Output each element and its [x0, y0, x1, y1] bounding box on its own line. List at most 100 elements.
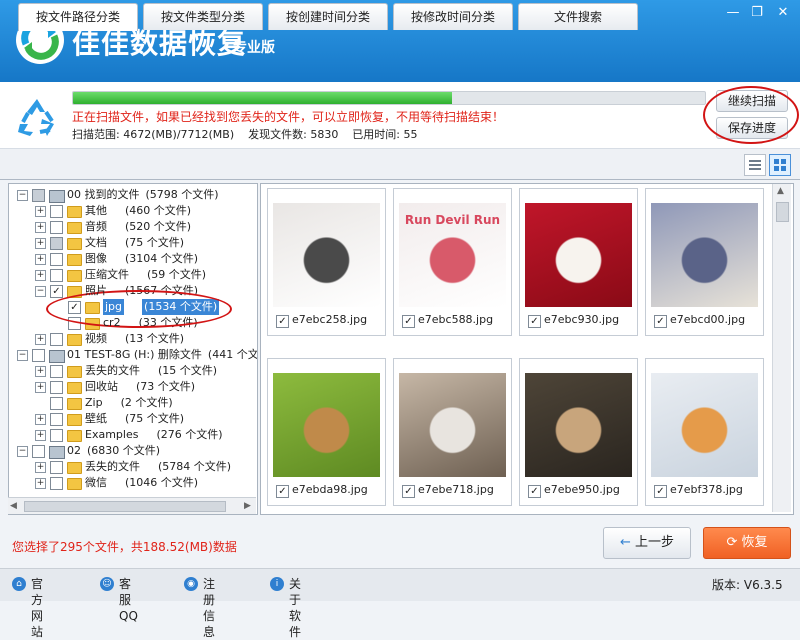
- grid-view-button[interactable]: [769, 154, 791, 176]
- thumbnail-card[interactable]: ✓ e7ebe950.jpg: [519, 358, 638, 506]
- thumbnail-checkbox[interactable]: ✓: [276, 485, 289, 498]
- thumbnail-card[interactable]: ✓ e7ebe718.jpg: [393, 358, 512, 506]
- tree-row[interactable]: + Examples (276 个文件): [9, 427, 255, 443]
- thumbnail-card[interactable]: ✓ e7ebc258.jpg: [267, 188, 386, 336]
- thumbnail-checkbox[interactable]: ✓: [402, 315, 415, 328]
- tab-by-path[interactable]: 按文件路径分类: [18, 3, 138, 31]
- expand-icon[interactable]: +: [35, 270, 46, 281]
- minimize-button[interactable]: —: [722, 4, 744, 22]
- thumbnail-checkbox[interactable]: ✓: [528, 315, 541, 328]
- scroll-up-arrow-icon[interactable]: ▲: [777, 186, 784, 196]
- maximize-button[interactable]: ❐: [746, 4, 768, 22]
- previous-step-button[interactable]: ← 上一步: [603, 527, 691, 559]
- collapse-icon[interactable]: −: [17, 446, 28, 457]
- folder-icon: [67, 254, 82, 266]
- tree-row[interactable]: + 微信 (1046 个文件): [9, 475, 255, 491]
- info-icon: i: [270, 577, 284, 591]
- tree-row[interactable]: − 01 TEST-8G (H:) 删除文件 (441 个文件): [9, 347, 257, 363]
- tree-label: 文档: [85, 236, 107, 249]
- expand-icon[interactable]: +: [35, 430, 46, 441]
- thumbnail-checkbox[interactable]: ✓: [528, 485, 541, 498]
- tree-checkbox[interactable]: [50, 477, 63, 490]
- collapse-icon[interactable]: −: [35, 286, 46, 297]
- thumbnail-vertical-scrollbar[interactable]: ▲: [772, 184, 791, 512]
- tree-row[interactable]: + 压缩文件 (59 个文件): [9, 267, 255, 283]
- drive-icon: [49, 190, 65, 203]
- expand-icon[interactable]: +: [35, 414, 46, 425]
- tree-row[interactable]: + 音频 (520 个文件): [9, 219, 255, 235]
- expand-icon[interactable]: +: [35, 382, 46, 393]
- tree-checkbox[interactable]: ✓: [50, 285, 63, 298]
- thumbnail-card[interactable]: ✓ e7ebf378.jpg: [645, 358, 764, 506]
- close-button[interactable]: ✕: [772, 4, 794, 22]
- expand-icon[interactable]: +: [35, 254, 46, 265]
- tree-row[interactable]: + 其他 (460 个文件): [9, 203, 255, 219]
- thumbnail-card[interactable]: ✓ e7ebda98.jpg: [267, 358, 386, 506]
- tree-checkbox[interactable]: [50, 333, 63, 346]
- tree-row[interactable]: + 丢失的文件 (5784 个文件): [9, 459, 255, 475]
- tree-row[interactable]: + 丢失的文件 (15 个文件): [9, 363, 255, 379]
- tree-checkbox[interactable]: [50, 253, 63, 266]
- tree-checkbox[interactable]: [32, 349, 45, 362]
- tree-checkbox[interactable]: [50, 205, 63, 218]
- expand-icon[interactable]: +: [35, 238, 46, 249]
- expand-icon[interactable]: +: [35, 478, 46, 489]
- tree-row[interactable]: − 00 找到的文件 (5798 个文件): [9, 187, 255, 203]
- tree-checkbox[interactable]: [50, 461, 63, 474]
- tree-checkbox[interactable]: [32, 189, 45, 202]
- tree-label: 丢失的文件: [85, 364, 140, 377]
- scroll-right-arrow-icon[interactable]: ▶: [244, 501, 251, 511]
- tree-scroll-thumb[interactable]: [24, 501, 226, 512]
- tree-row[interactable]: + 壁纸 (75 个文件): [9, 411, 255, 427]
- tree-count: (5798 个文件): [145, 188, 219, 201]
- tree-row[interactable]: + 回收站 (73 个文件): [9, 379, 255, 395]
- tree-checkbox[interactable]: [50, 397, 63, 410]
- tab-by-modified[interactable]: 按修改时间分类: [393, 3, 513, 30]
- thumbnail-checkbox[interactable]: ✓: [654, 315, 667, 328]
- tree-checkbox[interactable]: [50, 237, 63, 250]
- thumbnail-scroll-thumb[interactable]: [776, 202, 789, 222]
- app-edition: 专业版: [233, 40, 275, 56]
- collapse-icon[interactable]: −: [17, 190, 28, 201]
- recover-button[interactable]: ⟳ 恢复: [703, 527, 791, 559]
- tree-row[interactable]: + 图像 (3104 个文件): [9, 251, 255, 267]
- selection-summary: 您选择了295个文件，共188.52(MB)数据: [12, 540, 237, 554]
- expand-icon[interactable]: +: [35, 366, 46, 377]
- list-view-button[interactable]: [744, 154, 766, 176]
- tree-checkbox[interactable]: [50, 221, 63, 234]
- thumbnail-filename: e7ebc258.jpg: [292, 313, 368, 326]
- tree-count: (75 个文件): [125, 412, 185, 425]
- tree-row[interactable]: − 02 (6830 个文件): [9, 443, 255, 459]
- tree-row[interactable]: + 文档 (75 个文件): [9, 235, 255, 251]
- tree-checkbox[interactable]: [50, 269, 63, 282]
- thumbnail-card[interactable]: ✓ e7ebcd00.jpg: [645, 188, 764, 336]
- folder-icon: [67, 462, 82, 474]
- tree-checkbox[interactable]: [32, 445, 45, 458]
- expand-icon[interactable]: +: [35, 222, 46, 233]
- scan-panel: 正在扫描文件，如果已经找到您丢失的文件，可以立即恢复，不用等待扫描结束！ 扫描范…: [0, 82, 800, 149]
- folder-icon: [67, 478, 82, 490]
- tree-row[interactable]: + 视频 (13 个文件): [9, 331, 255, 347]
- thumbnail-checkbox[interactable]: ✓: [276, 315, 289, 328]
- thumbnail-checkbox[interactable]: ✓: [402, 485, 415, 498]
- tree-count: (73 个文件): [136, 380, 196, 393]
- thumbnail-checkbox[interactable]: ✓: [654, 485, 667, 498]
- version-label: 版本: V6.3.5: [712, 578, 783, 592]
- tree-horizontal-scrollbar[interactable]: ◀ ▶: [8, 497, 256, 514]
- drive-icon: [49, 350, 65, 363]
- expand-icon[interactable]: +: [35, 334, 46, 345]
- collapse-icon[interactable]: −: [17, 350, 28, 361]
- thumbnail-card[interactable]: Run Devil Run ✓ e7ebc588.jpg: [393, 188, 512, 336]
- tree-checkbox[interactable]: [50, 381, 63, 394]
- expand-icon[interactable]: +: [35, 206, 46, 217]
- tree-checkbox[interactable]: [50, 429, 63, 442]
- tab-file-search[interactable]: 文件搜索: [518, 3, 638, 30]
- tab-by-created[interactable]: 按创建时间分类: [268, 3, 388, 30]
- tree-checkbox[interactable]: [50, 365, 63, 378]
- thumbnail-card[interactable]: ✓ e7ebc930.jpg: [519, 188, 638, 336]
- scroll-left-arrow-icon[interactable]: ◀: [10, 501, 17, 511]
- tree-row[interactable]: Zip (2 个文件): [9, 395, 255, 411]
- expand-icon[interactable]: +: [35, 462, 46, 473]
- tree-checkbox[interactable]: [50, 413, 63, 426]
- tab-by-type[interactable]: 按文件类型分类: [143, 3, 263, 30]
